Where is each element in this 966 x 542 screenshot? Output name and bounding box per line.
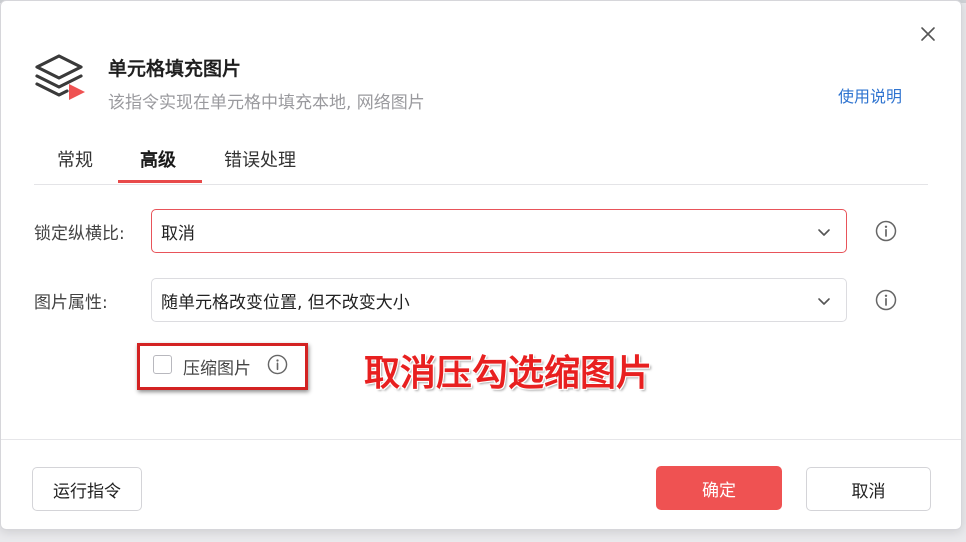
tab-general[interactable]: 常规 — [57, 146, 93, 172]
close-button[interactable] — [915, 21, 941, 47]
image-property-value: 随单元格改变位置, 但不改变大小 — [161, 292, 410, 313]
compress-highlight-box: 压缩图片 — [137, 343, 308, 390]
tab-bar: 常规 高级 错误处理 — [34, 138, 928, 185]
info-icon[interactable] — [267, 354, 288, 375]
tab-error-handling[interactable]: 错误处理 — [224, 146, 296, 172]
tab-advanced[interactable]: 高级 — [140, 146, 176, 172]
confirm-button[interactable]: 确定 — [656, 466, 782, 510]
info-icon[interactable] — [875, 289, 897, 311]
cancel-button[interactable]: 取消 — [806, 467, 931, 511]
run-command-button[interactable]: 运行指令 — [32, 467, 142, 511]
dialog-subtitle: 该指令实现在单元格中填充本地, 网络图片 — [108, 93, 425, 113]
info-icon[interactable] — [875, 220, 897, 242]
lock-ratio-select[interactable]: 取消 — [151, 209, 847, 253]
dialog-title: 单元格填充图片 — [108, 58, 242, 80]
image-property-label: 图片属性: — [34, 293, 108, 313]
lock-ratio-value: 取消 — [161, 223, 195, 244]
close-icon — [921, 27, 935, 41]
lock-ratio-label: 锁定纵横比: — [34, 224, 125, 244]
annotation-text: 取消压勾选缩图片 — [364, 353, 653, 394]
chevron-down-icon — [818, 229, 830, 236]
compress-checkbox[interactable] — [153, 355, 172, 374]
active-tab-indicator — [118, 180, 202, 183]
compress-label[interactable]: 压缩图片 — [183, 354, 251, 379]
layers-play-icon — [35, 54, 85, 100]
footer-divider — [1, 439, 961, 440]
image-property-select[interactable]: 随单元格改变位置, 但不改变大小 — [151, 278, 847, 322]
chevron-down-icon — [818, 298, 830, 305]
dialog: 单元格填充图片 该指令实现在单元格中填充本地, 网络图片 使用说明 常规 高级 … — [0, 0, 962, 530]
help-link[interactable]: 使用说明 — [838, 83, 902, 107]
